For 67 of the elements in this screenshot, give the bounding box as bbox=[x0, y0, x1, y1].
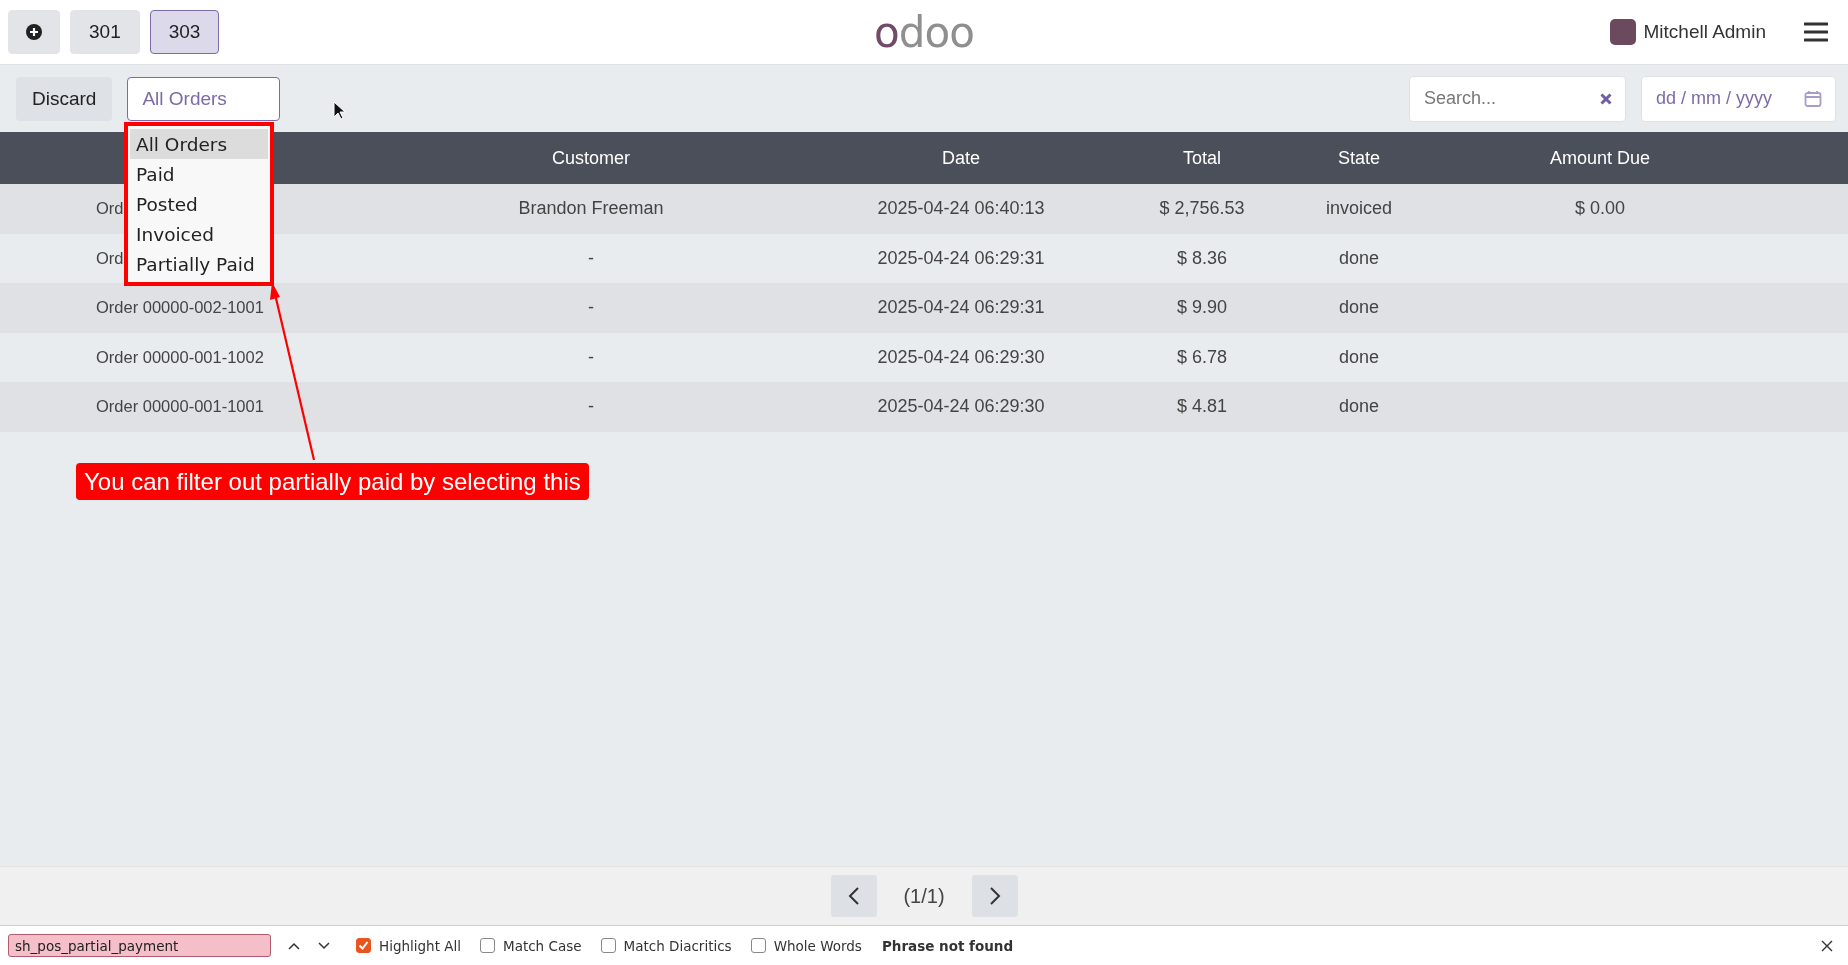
plus-circle-icon bbox=[25, 23, 43, 41]
close-icon[interactable] bbox=[1600, 92, 1612, 105]
table-cell-text: $ 9.90 bbox=[1175, 297, 1228, 319]
table-cell-text: - bbox=[587, 247, 595, 269]
discard-button[interactable]: Discard bbox=[16, 76, 113, 121]
table-cell-text: - bbox=[587, 396, 595, 418]
logo: odoo bbox=[874, 7, 974, 57]
table-cell-text: $ 2,756.53 bbox=[1158, 198, 1246, 220]
table-cell-text: done bbox=[1337, 346, 1380, 368]
table-cell-text: 2025-04-24 06:29:30 bbox=[876, 346, 1046, 368]
chevron-left-icon bbox=[847, 886, 860, 906]
table-cell-text: 2025-04-24 06:29:30 bbox=[876, 396, 1046, 418]
checkbox[interactable] bbox=[750, 938, 766, 953]
table-cell-text: 2025-04-24 06:40:13 bbox=[876, 198, 1046, 220]
order-tab[interactable]: 303 bbox=[149, 10, 220, 54]
table-cell-text: - bbox=[587, 346, 595, 368]
checkbox-label: Match Case bbox=[503, 937, 582, 954]
filter-select[interactable]: All Orders bbox=[127, 76, 281, 121]
checkbox[interactable] bbox=[356, 938, 371, 953]
dropdown-option[interactable]: Partially Paid bbox=[130, 249, 268, 279]
next-button[interactable] bbox=[971, 875, 1018, 917]
checkbox-label: Whole Words bbox=[773, 937, 862, 954]
dropdown-option[interactable]: All Orders bbox=[130, 129, 268, 159]
column-header: Customer bbox=[551, 147, 631, 169]
dropdown-option[interactable]: Posted bbox=[130, 189, 268, 219]
order-tab[interactable]: 301 bbox=[70, 10, 140, 54]
checkbox-label: Highlight All bbox=[379, 937, 461, 954]
table-cell: Ord bbox=[96, 248, 124, 268]
new-order-button[interactable] bbox=[8, 10, 60, 54]
table-row[interactable]: Order 00000-002-1001 - 2025-04-24 06:29:31 $ 9.90 done bbox=[0, 283, 1848, 333]
find-input[interactable]: sh_pos_partial_payment bbox=[8, 934, 271, 957]
find-status: Phrase not found bbox=[881, 937, 1014, 954]
table-cell: Order 00000-001-1001 bbox=[96, 397, 264, 417]
table-cell: Ord bbox=[96, 199, 124, 219]
mouse-cursor-icon bbox=[333, 101, 345, 120]
table-cell-text: $ 4.81 bbox=[1175, 396, 1228, 418]
table-cell-text: - bbox=[587, 297, 595, 319]
checkbox-label: Match Diacritics bbox=[623, 937, 732, 954]
menu-icon[interactable] bbox=[1804, 21, 1828, 43]
table-cell-text: 2025-04-24 06:29:31 bbox=[876, 297, 1046, 319]
table-cell-text: done bbox=[1337, 297, 1380, 319]
column-header: State bbox=[1337, 147, 1381, 169]
table-cell: Order 00000-001-1002 bbox=[96, 347, 264, 367]
user-name: Mitchell Admin bbox=[1643, 21, 1766, 43]
table-cell-text: invoiced bbox=[1324, 198, 1393, 220]
table-cell: Order 00000-002-1001 bbox=[96, 298, 264, 318]
checkbox[interactable] bbox=[480, 938, 495, 953]
table-cell-text: $ 8.36 bbox=[1175, 247, 1228, 269]
checkbox[interactable] bbox=[600, 938, 616, 953]
table-cell-text: done bbox=[1337, 247, 1380, 269]
close-icon[interactable] bbox=[1820, 938, 1834, 953]
column-header: Date bbox=[941, 147, 981, 169]
table-cell-text: 2025-04-24 06:29:31 bbox=[876, 247, 1046, 269]
table-cell-text: $ 0.00 bbox=[1573, 198, 1626, 220]
date-field[interactable]: dd / mm / yyyy bbox=[1641, 75, 1836, 122]
avatar bbox=[1609, 19, 1636, 45]
table-cell-text: $ 6.78 bbox=[1175, 346, 1228, 368]
previous-button[interactable] bbox=[830, 875, 877, 917]
annotation-label: You can filter out partially paid by selecting this bbox=[76, 463, 589, 500]
chevron-right-icon bbox=[988, 886, 1001, 906]
table-row[interactable]: Order 00000-001-1001 - 2025-04-24 06:29:30 $ 4.81 done bbox=[0, 382, 1848, 432]
column-header: Amount Due bbox=[1548, 147, 1652, 169]
table-cell-text: Brandon Freeman bbox=[517, 198, 665, 220]
table-cell-text: done bbox=[1337, 396, 1380, 418]
column-header: Total bbox=[1182, 147, 1222, 169]
search-field[interactable]: Search... bbox=[1409, 75, 1626, 122]
page-indicator: (1/1) bbox=[902, 884, 946, 908]
